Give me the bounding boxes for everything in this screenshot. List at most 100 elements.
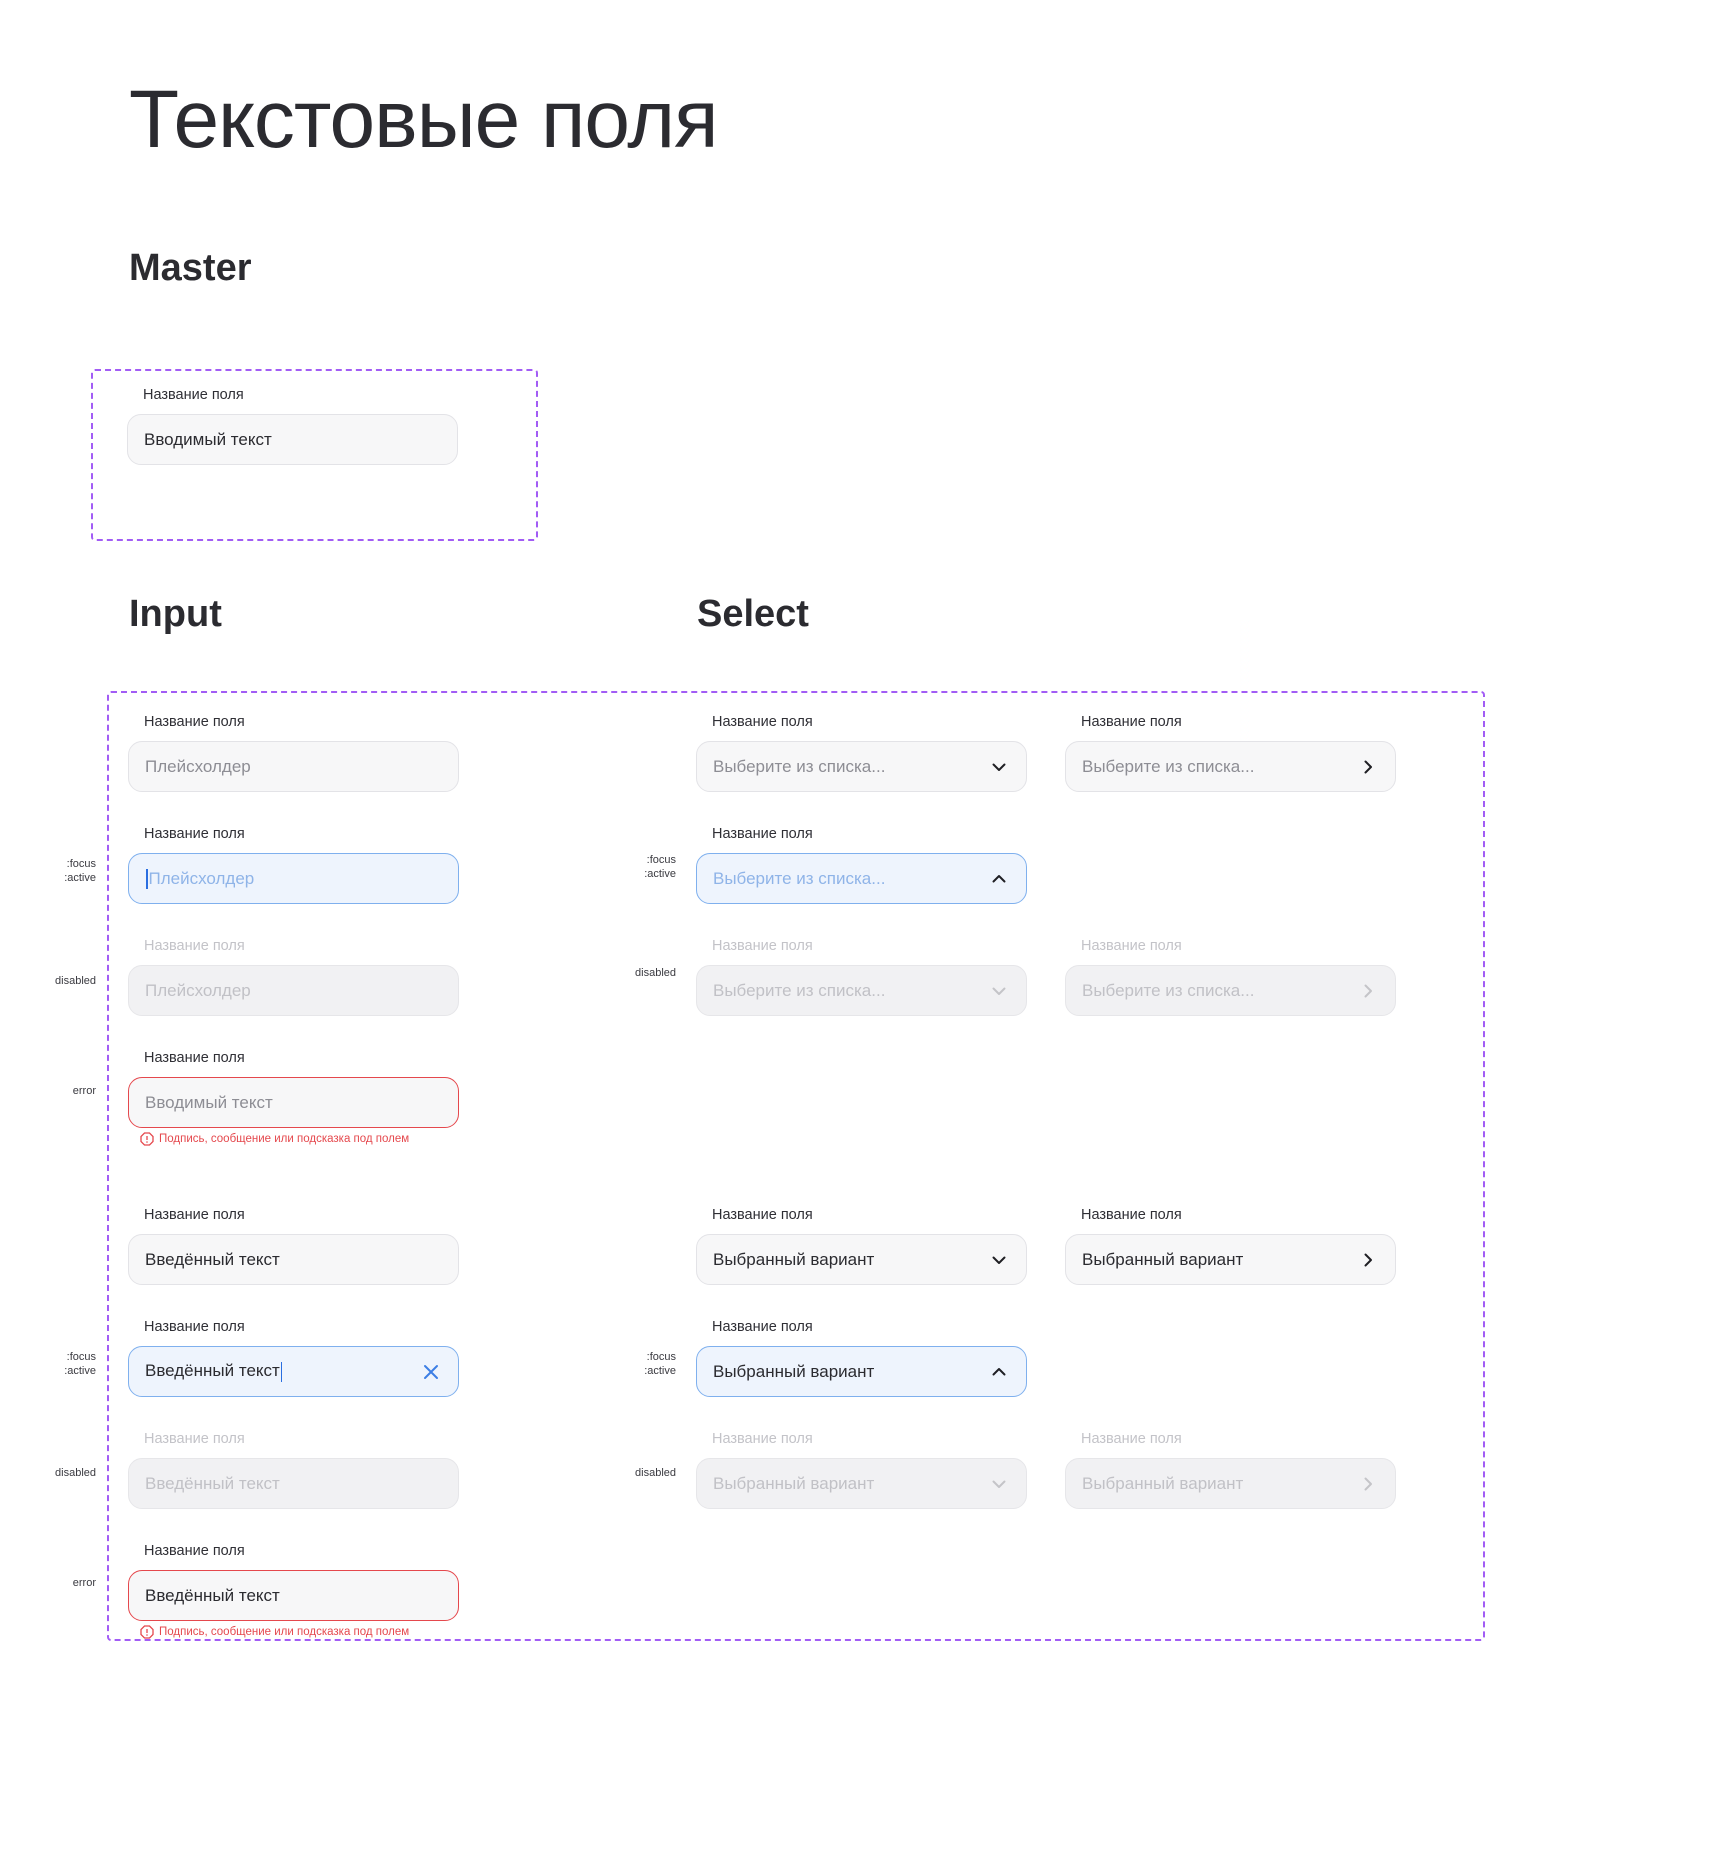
select-disabled-value: Название поля Выбранный вариант — [696, 1430, 1027, 1509]
text-caret — [146, 868, 148, 889]
error-hint-text: Подпись, сообщение или подсказка под пол… — [159, 1626, 410, 1638]
field-label: Название поля — [1081, 714, 1182, 730]
select-navigate[interactable]: Выбранный вариант — [1065, 1234, 1396, 1285]
chevron-right-icon — [1357, 980, 1379, 1002]
select-placeholder: Выберите из списка... — [1082, 980, 1255, 1000]
input-value: Введённый текст — [145, 1249, 280, 1269]
alert-octagon-icon — [140, 1132, 154, 1146]
select-default-placeholder: Название поля Выберите из списка... — [696, 713, 1027, 792]
input-default-value: Название поля Введённый текст — [128, 1206, 459, 1285]
field-label: Название поля — [712, 1319, 813, 1335]
state-label-focus: :focus:active — [64, 858, 96, 884]
input-error-placeholder: Название поля Вводимый текст Подпись, со… — [128, 1049, 459, 1146]
close-icon[interactable] — [420, 1361, 442, 1383]
input-value: Вводимый текст — [144, 429, 272, 449]
input-focus-value: Название поля Введённый текст — [128, 1318, 459, 1397]
state-label-focus: :focus:active — [64, 1351, 96, 1377]
state-label-focus: :focus:active — [644, 1351, 676, 1377]
select-nav-disabled-value: Название поля Выбранный вариант — [1065, 1430, 1396, 1509]
select-default-value: Название поля Выбранный вариант — [696, 1206, 1027, 1285]
input-placeholder: Плейсхолдер — [148, 868, 255, 888]
select-nav-value: Название поля Выбранный вариант — [1065, 1206, 1396, 1285]
chevron-down-icon — [988, 1473, 1010, 1495]
text-input[interactable]: Плейсхолдер — [128, 741, 459, 792]
chevron-right-icon — [1357, 1473, 1379, 1495]
field-label: Название поля — [712, 714, 813, 730]
select-placeholder: Выберите из списка... — [713, 756, 886, 776]
field-label: Название поля — [144, 1207, 245, 1223]
field-label: Название поля — [1081, 1431, 1182, 1447]
select-dropdown-open[interactable]: Выбранный вариант — [696, 1346, 1027, 1397]
state-label-disabled: disabled — [635, 967, 676, 979]
field-label: Название поля — [144, 1543, 245, 1559]
chevron-down-icon — [988, 1249, 1010, 1271]
input-default-placeholder: Название поля Плейсхолдер — [128, 713, 459, 792]
text-input[interactable]: Введённый текст — [128, 1234, 459, 1285]
page-title: Текстовые поля — [129, 74, 718, 165]
field-label: Название поля — [712, 826, 813, 842]
select-value: Выбранный вариант — [713, 1361, 875, 1381]
select-navigate[interactable]: Выберите из списка... — [1065, 741, 1396, 792]
text-input-focused[interactable]: Плейсхолдер — [128, 853, 459, 904]
select-dropdown[interactable]: Выбранный вариант — [696, 1234, 1027, 1285]
section-title-select: Select — [697, 593, 809, 635]
input-placeholder: Плейсхолдер — [145, 756, 251, 776]
select-dropdown-disabled: Выберите из списка... — [696, 965, 1027, 1016]
section-title-master: Master — [129, 247, 252, 289]
chevron-down-icon — [988, 980, 1010, 1002]
state-label-error: error — [72, 1577, 96, 1589]
state-label-disabled: disabled — [635, 1467, 676, 1479]
select-nav-disabled-placeholder: Название поля Выберите из списка... — [1065, 937, 1396, 1016]
select-navigate-disabled: Выбранный вариант — [1065, 1458, 1396, 1509]
select-value: Выбранный вариант — [713, 1473, 875, 1493]
select-value: Выбранный вариант — [1082, 1249, 1244, 1269]
select-value: Выбранный вариант — [713, 1249, 875, 1269]
master-text-input[interactable]: Вводимый текст — [127, 414, 458, 465]
text-input-focused[interactable]: Введённый текст — [128, 1346, 459, 1397]
error-hint: Подпись, сообщение или подсказка под пол… — [140, 1132, 459, 1146]
state-label-focus: :focus:active — [644, 854, 676, 880]
input-disabled-value: Название поля Введённый текст — [128, 1430, 459, 1509]
input-focus-placeholder: Название поля Плейсхолдер — [128, 825, 459, 904]
input-value: Введённый текст — [145, 1361, 420, 1382]
state-label-disabled: disabled — [55, 1467, 96, 1479]
error-hint: Подпись, сообщение или подсказка под пол… — [140, 1625, 459, 1639]
select-placeholder: Выберите из списка... — [713, 868, 886, 888]
state-label-error: error — [72, 1085, 96, 1097]
error-hint-text: Подпись, сообщение или подсказка под пол… — [159, 1133, 410, 1145]
input-disabled-placeholder: Название поля Плейсхолдер — [128, 937, 459, 1016]
select-dropdown[interactable]: Выберите из списка... — [696, 741, 1027, 792]
field-label: Название поля — [144, 938, 245, 954]
select-disabled-placeholder: Название поля Выберите из списка... — [696, 937, 1027, 1016]
select-navigate-disabled: Выберите из списка... — [1065, 965, 1396, 1016]
select-value: Выбранный вариант — [1082, 1473, 1244, 1493]
field-label: Название поля — [1081, 1207, 1182, 1223]
chevron-down-icon — [988, 756, 1010, 778]
select-focus-placeholder: Название поля Выберите из списка... — [696, 825, 1027, 904]
chevron-up-icon — [988, 1361, 1010, 1383]
input-value: Введённый текст — [145, 1585, 280, 1605]
section-title-input: Input — [129, 593, 222, 635]
field-label: Название поля — [144, 714, 245, 730]
input-error-value: Название поля Введённый текст Подпись, с… — [128, 1542, 459, 1639]
state-label-disabled: disabled — [55, 975, 96, 987]
select-nav-placeholder: Название поля Выберите из списка... — [1065, 713, 1396, 792]
field-label: Название поля — [712, 938, 813, 954]
field-label: Название поля — [144, 1319, 245, 1335]
input-value: Введённый текст — [145, 1473, 280, 1493]
select-dropdown-open[interactable]: Выберите из списка... — [696, 853, 1027, 904]
text-input-disabled: Введённый текст — [128, 1458, 459, 1509]
chevron-up-icon — [988, 868, 1010, 890]
alert-octagon-icon — [140, 1625, 154, 1639]
field-label: Название поля — [1081, 938, 1182, 954]
text-input-error[interactable]: Вводимый текст — [128, 1077, 459, 1128]
field-label: Название поля — [712, 1431, 813, 1447]
input-placeholder: Плейсхолдер — [145, 980, 251, 1000]
text-input-error[interactable]: Введённый текст — [128, 1570, 459, 1621]
chevron-right-icon — [1357, 756, 1379, 778]
master-field: Название поля Вводимый текст — [127, 386, 458, 465]
select-dropdown-disabled: Выбранный вариант — [696, 1458, 1027, 1509]
field-label: Название поля — [144, 826, 245, 842]
text-caret — [280, 1361, 283, 1382]
field-label: Название поля — [712, 1207, 813, 1223]
